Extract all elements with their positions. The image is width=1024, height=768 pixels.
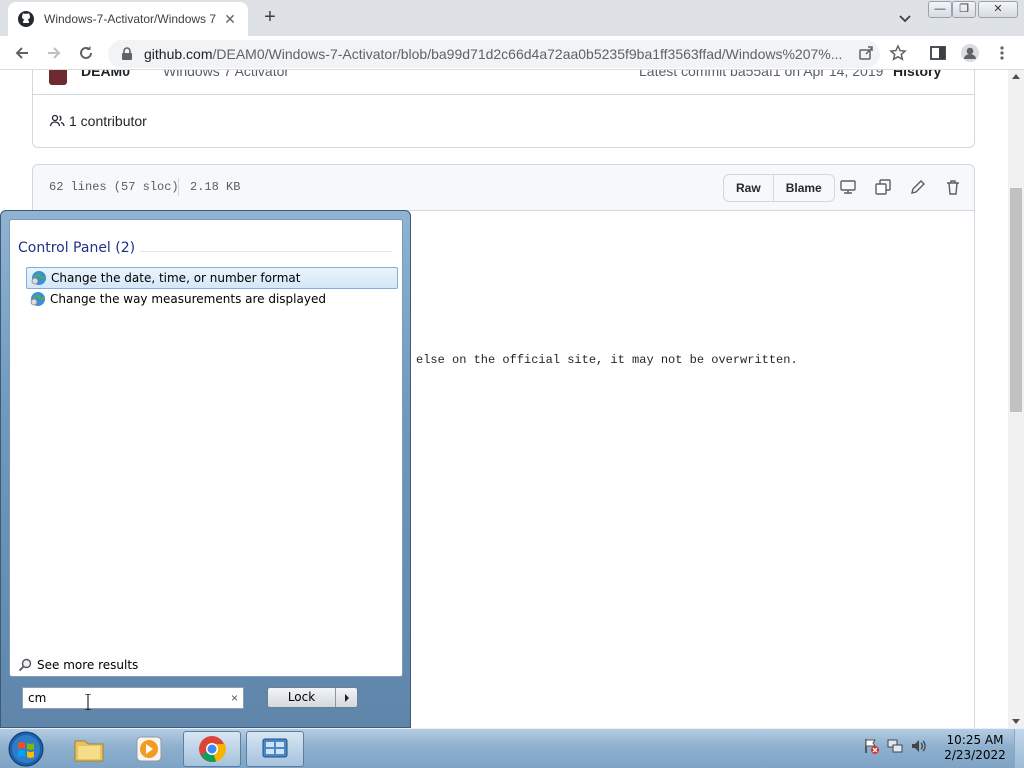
file-header: 62 lines (57 sloc) 2.18 KB Raw Blame: [33, 165, 974, 211]
close-window-button[interactable]: ✕: [978, 1, 1018, 18]
contributors-link[interactable]: 1 contributor: [69, 113, 147, 129]
file-button-group: Raw Blame: [723, 174, 835, 202]
url-path: /DEAM0/Windows-7-Activator/blob/ba99d71d…: [212, 46, 843, 62]
lock-label[interactable]: Lock: [268, 688, 336, 707]
copy-icon[interactable]: [874, 178, 892, 196]
desktop-icon[interactable]: [839, 178, 857, 196]
taskbar: 10:25 AM 2/23/2022: [0, 728, 1024, 768]
side-panel-icon: [930, 46, 946, 60]
profile-button[interactable]: [960, 43, 980, 63]
results-group-header[interactable]: Control Panel (2): [18, 240, 135, 256]
reload-icon: [80, 46, 92, 59]
commit-message[interactable]: Windows 7 Activator: [163, 70, 289, 79]
profile-avatar-icon: [961, 44, 979, 62]
divider: [178, 178, 179, 196]
people-icon: [49, 114, 65, 127]
restore-button[interactable]: ❐: [952, 1, 976, 18]
menu-button[interactable]: [992, 43, 1012, 63]
divider: [140, 251, 392, 252]
system-tray: [862, 737, 928, 755]
start-menu: Control Panel (2) Change the date, time,…: [0, 210, 411, 728]
taskbar-clock[interactable]: 10:25 AM 2/23/2022: [940, 733, 1010, 763]
result-change-date-format[interactable]: Change the date, time, or number format: [26, 267, 398, 289]
scroll-thumb[interactable]: [1010, 188, 1022, 412]
share-icon: [859, 46, 873, 60]
scroll-up-arrow-icon[interactable]: [1012, 74, 1020, 79]
clear-search-icon[interactable]: ×: [231, 691, 238, 705]
back-button[interactable]: [12, 43, 32, 63]
github-icon: [18, 11, 34, 27]
new-tab-button[interactable]: +: [258, 6, 282, 30]
minimize-button[interactable]: —: [928, 1, 952, 18]
clock-date: 2/23/2022: [944, 748, 1006, 762]
latest-commit-bar: DEAM0 Windows 7 Activator Latest commit …: [32, 70, 975, 94]
browser-tab-strip: Windows-7-Activator/Windows 7 ✕ + — ❐ ✕: [0, 0, 1024, 36]
start-search-input[interactable]: [28, 691, 218, 705]
page-scrollbar[interactable]: [1008, 70, 1024, 728]
taskbar-control-panel-button[interactable]: [246, 731, 304, 767]
media-player-icon: [136, 736, 162, 762]
control-panel-globe-icon: [31, 271, 46, 285]
taskbar-chrome-button[interactable]: [183, 731, 241, 767]
start-orb-icon[interactable]: [6, 730, 46, 768]
chrome-icon: [199, 736, 226, 762]
pencil-icon[interactable]: [909, 178, 927, 196]
star-icon: [889, 44, 907, 61]
taskbar-explorer-button[interactable]: [60, 731, 118, 767]
lock-options-arrow-icon[interactable]: [336, 688, 357, 707]
text-cursor-icon: [85, 694, 91, 710]
see-more-label: See more results: [37, 658, 139, 672]
forward-button[interactable]: [44, 43, 64, 63]
lock-button[interactable]: Lock: [267, 687, 358, 708]
show-desktop-button[interactable]: [1014, 729, 1024, 768]
taskbar-media-player-button[interactable]: [120, 731, 178, 767]
tab-title: Windows-7-Activator/Windows 7: [44, 12, 217, 26]
scroll-down-arrow-icon[interactable]: [1012, 719, 1020, 724]
url-text: github.com/DEAM0/Windows-7-Activator/blo…: [144, 46, 844, 62]
author-avatar[interactable]: [49, 70, 67, 85]
reload-button[interactable]: [76, 43, 96, 63]
action-center-flag-icon[interactable]: [862, 737, 880, 755]
see-more-results-link[interactable]: See more results: [18, 658, 138, 672]
tab-search-chevron-icon[interactable]: [896, 9, 914, 27]
latest-commit[interactable]: Latest commit ba55af1 on Apr 14, 2019: [639, 70, 883, 79]
result-change-measurements[interactable]: Change the way measurements are displaye…: [26, 288, 398, 310]
side-panel-button[interactable]: [928, 43, 948, 63]
kebab-menu-icon: [1000, 46, 1004, 60]
browser-toolbar: github.com/DEAM0/Windows-7-Activator/blo…: [0, 36, 1024, 70]
forward-arrow-icon: [48, 47, 61, 59]
result-label: Change the way measurements are displaye…: [50, 292, 326, 306]
history-link[interactable]: History: [893, 70, 941, 79]
start-search-field[interactable]: ×: [22, 687, 244, 709]
browser-tab[interactable]: Windows-7-Activator/Windows 7 ✕: [8, 2, 248, 36]
file-size: 2.18 KB: [190, 180, 241, 194]
magnifier-icon: [18, 658, 32, 672]
blame-button[interactable]: Blame: [774, 175, 834, 201]
url-domain: github.com: [144, 46, 213, 62]
trash-icon[interactable]: [944, 178, 962, 196]
clock-time: 10:25 AM: [946, 733, 1004, 747]
contributors-box: 1 contributor: [32, 94, 975, 148]
control-panel-globe-icon: [30, 292, 45, 306]
code-line: else on the official site, it may not be…: [416, 353, 798, 367]
control-panel-icon: [262, 738, 288, 758]
lock-icon[interactable]: [120, 47, 134, 61]
search-results-panel: Control Panel (2) Change the date, time,…: [9, 219, 403, 677]
commit-author[interactable]: DEAM0: [81, 70, 130, 79]
result-label: Change the date, time, or number format: [51, 271, 301, 285]
back-arrow-icon: [15, 47, 28, 59]
bookmark-button[interactable]: [888, 43, 908, 63]
folder-icon: [74, 740, 104, 762]
raw-button[interactable]: Raw: [724, 175, 774, 201]
volume-icon[interactable]: [910, 737, 928, 755]
address-bar[interactable]: github.com/DEAM0/Windows-7-Activator/blo…: [108, 40, 880, 68]
share-button[interactable]: [856, 43, 876, 63]
network-icon[interactable]: [886, 737, 904, 755]
file-line-count: 62 lines (57 sloc): [49, 180, 179, 194]
close-tab-icon[interactable]: ✕: [222, 11, 238, 27]
